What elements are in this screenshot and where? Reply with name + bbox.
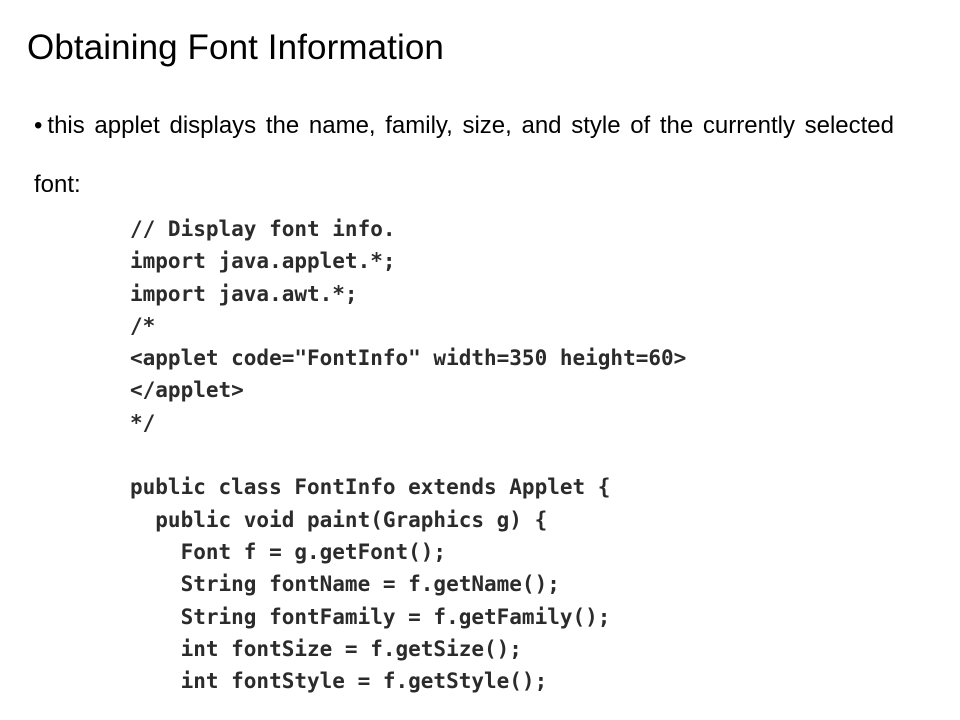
code-line: public class FontInfo extends Applet { xyxy=(130,475,611,500)
code-line: import java.applet.*; xyxy=(130,249,396,274)
code-line: /* xyxy=(130,313,156,338)
code-line: public void paint(Graphics g) { xyxy=(130,507,548,532)
code-line: import java.awt.*; xyxy=(130,281,358,306)
bullet-text: • this applet displays the name, family, … xyxy=(34,96,894,214)
bullet-text-content: this applet displays the name, family, s… xyxy=(34,112,894,198)
code-line: Font f = g.getFont(); xyxy=(130,539,447,564)
slide-title: Obtaining Font Information xyxy=(27,28,444,67)
code-line: </applet> xyxy=(130,378,244,403)
code-line: */ xyxy=(130,410,156,435)
code-line: int fontSize = f.getSize(); xyxy=(130,636,522,661)
bullet-marker: • xyxy=(34,112,43,139)
code-line: String fontName = f.getName(); xyxy=(130,572,560,597)
code-line: <applet code="FontInfo" width=350 height… xyxy=(130,346,687,371)
code-listing: // Display font info. import java.applet… xyxy=(130,213,850,703)
code-line: // Display font info. xyxy=(130,217,396,241)
code-line: int fontStyle = f.getStyle(); xyxy=(130,669,548,694)
code-line: String fontFamily = f.getFamily(); xyxy=(130,604,611,629)
